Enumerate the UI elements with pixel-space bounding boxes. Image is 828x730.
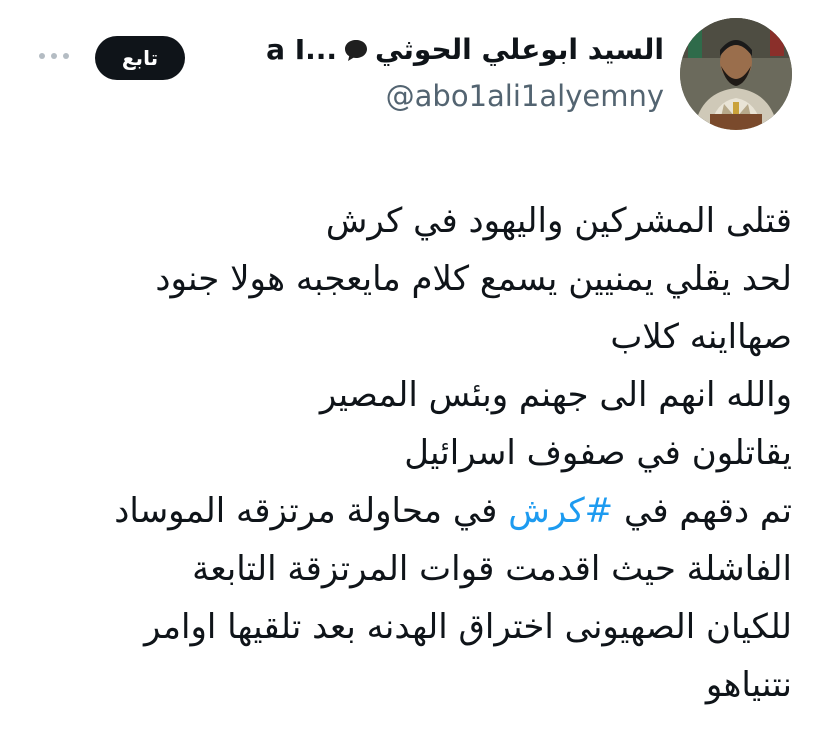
hashtag-link[interactable]: #كرش (508, 491, 613, 531)
avatar-portrait-icon (680, 18, 792, 130)
more-horizontal-icon[interactable] (36, 46, 72, 66)
follow-button[interactable]: تابع (95, 36, 185, 80)
author-avatar[interactable] (680, 18, 792, 130)
tweet-line: الفاشلة حيث اقدمت قوات المرتزقة التابعة (192, 549, 792, 589)
tweet-text: قتلى المشركين واليهود في كرش لحد يقلي يم… (30, 192, 792, 714)
tweet-line: والله انهم الى جهنم وبئس المصير (319, 375, 792, 415)
tweet-card: السيد ابوعلي الحوثي a I... @abo1ali1alye… (0, 0, 828, 730)
author-name-row[interactable]: السيد ابوعلي الحوثي a I... (266, 30, 664, 70)
tweet-line: للكيان الصهيونى اختراق الهدنه بعد تلقيها… (144, 607, 792, 647)
tweet-line-with-hashtag: تم دقهم في #كرش في محاولة مرتزقه الموساد (30, 482, 792, 540)
speech-bubble-icon (345, 40, 368, 61)
tweet-line: لحد يقلي يمنيين يسمع كلام مايعجبه هولا ج… (155, 259, 792, 299)
tweet-line: صهااينه كلاب (610, 317, 792, 357)
tweet-line-segment: في محاولة مرتزقه الموساد (114, 491, 509, 531)
author-info: السيد ابوعلي الحوثي a I... @abo1ali1alye… (266, 30, 664, 118)
author-name-suffix: a I... (266, 33, 338, 66)
tweet-line: يقاتلون في صفوف اسرائيل (404, 433, 792, 473)
tweet-line-segment: تم دقهم في (613, 491, 792, 531)
author-handle[interactable]: @abo1ali1alyemny (266, 74, 664, 118)
author-display-name: السيد ابوعلي الحوثي (375, 33, 664, 66)
tweet-header: السيد ابوعلي الحوثي a I... @abo1ali1alye… (36, 18, 792, 138)
tweet-line: قتلى المشركين واليهود في كرش (325, 201, 792, 241)
tweet-line: نتنياهو (705, 665, 792, 705)
